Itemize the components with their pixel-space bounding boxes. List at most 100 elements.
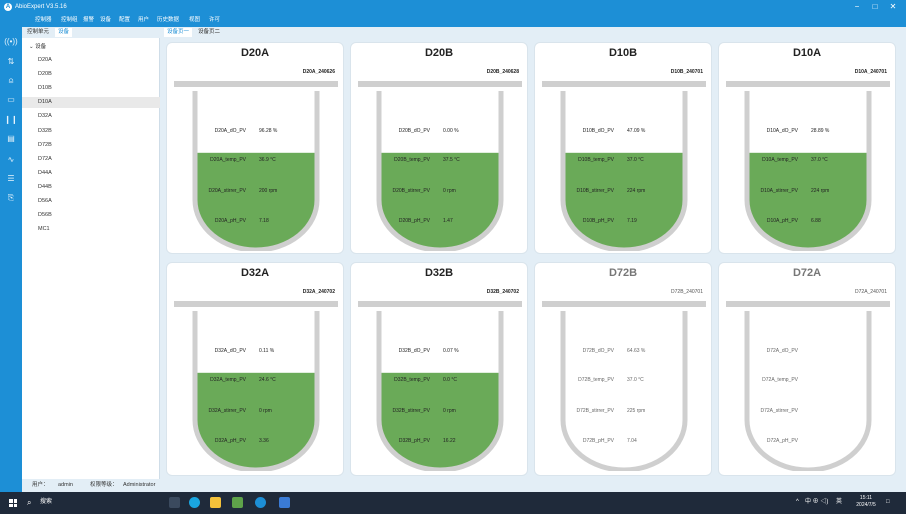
device-title: D20A	[240, 47, 270, 59]
tree-item-d44b[interactable]: D44B	[22, 182, 160, 193]
ime-indicator[interactable]: 英	[836, 497, 842, 508]
vessel-diagram	[174, 301, 338, 471]
vessel-wall	[560, 311, 688, 471]
device-card-d32a[interactable]: D32A D32A_240702 D32A_dO_PV 0.11 % D32A_temp…	[166, 262, 344, 476]
reading-label: D10A_temp_PV	[762, 157, 798, 163]
system-app-icon[interactable]	[232, 497, 243, 508]
document-app-icon[interactable]	[279, 497, 290, 508]
device-title: D10A	[792, 47, 822, 59]
vessel-lid	[726, 301, 890, 307]
tree-item-d72b[interactable]: D72B	[22, 140, 160, 151]
reading-label: D20A_dO_PV	[214, 128, 246, 134]
device-card-d20a[interactable]: D20A D20A_240626 D20A_dO_PV 96.28 % D20A_tem…	[166, 42, 344, 254]
alarm-icon[interactable]: ⍝	[4, 74, 18, 88]
tab-control-unit[interactable]: 控制单元	[24, 28, 52, 37]
window-title: AbioExpert V3.5.16	[15, 4, 67, 10]
tree-item-d20a[interactable]: D20A	[22, 55, 160, 66]
chart-icon[interactable]: ∿	[4, 153, 18, 167]
reading-value: 0 rpm	[259, 408, 272, 414]
tree-root-devices[interactable]: ⌄ 设备	[29, 43, 46, 52]
device-title: D10B	[608, 47, 638, 59]
device-card-d72b[interactable]: D72B D72B_240701 D72B_dO_PV 64.63 % D72B_tem…	[534, 262, 712, 476]
tray-icons[interactable]: 中 ⊕ ◁)	[805, 497, 828, 508]
menu-view[interactable]: 视图	[189, 16, 200, 25]
windows-start-icon[interactable]	[9, 499, 17, 507]
notification-icon[interactable]: □	[886, 497, 890, 508]
taskbar-clock[interactable]: 15:11 2024/7/5	[851, 495, 881, 509]
tree-item-d10a[interactable]: D10A	[22, 97, 160, 109]
menu-control-group[interactable]: 控制组	[61, 16, 78, 25]
device-card-d32b[interactable]: D32B D32B_240702 D32B_dO_PV 0.07 % D32B_temp…	[350, 262, 528, 476]
menu-alarm[interactable]: 报警	[83, 16, 94, 25]
reading-label: D32A_dO_PV	[214, 348, 246, 354]
reading-value: 3.36	[259, 438, 269, 444]
reading-label: D32B_dO_PV	[398, 348, 430, 354]
tab-devices[interactable]: 设备	[55, 28, 73, 37]
database-icon[interactable]: ▤	[4, 132, 18, 146]
reading-label: D72B_pH_PV	[582, 438, 614, 444]
close-button[interactable]: ✕	[886, 1, 900, 13]
tray-overflow-icon[interactable]: ^	[796, 497, 799, 508]
abioexpert-taskbar-icon[interactable]	[255, 497, 266, 508]
list-icon[interactable]: ☰	[4, 172, 18, 186]
device-card-d20b[interactable]: D20B D20B_240628 D20B_dO_PV 0.00 % D20B_temp…	[350, 42, 528, 254]
tree-item-d56b[interactable]: D56B	[22, 210, 160, 221]
tree-icon[interactable]: ⇅	[4, 55, 18, 69]
tree-item-d32b[interactable]: D32B	[22, 126, 160, 137]
reading-value: 224 rpm	[627, 188, 646, 194]
tab-device-page-2[interactable]: 设备页二	[195, 28, 223, 37]
role-label: 权限等级：	[90, 482, 118, 488]
menu-device[interactable]: 设备	[100, 16, 111, 25]
edge-browser-icon[interactable]	[189, 497, 200, 508]
menu-license[interactable]: 许可	[209, 16, 220, 25]
tree-item-mc1[interactable]: MC1	[22, 224, 160, 235]
batch-code: D20B_240628	[486, 69, 519, 75]
reading-label: D72A_pH_PV	[766, 438, 798, 444]
tab-device-page-1[interactable]: 设备页一	[164, 28, 193, 37]
export-icon[interactable]: ⎘	[4, 191, 18, 205]
tree-item-d10b[interactable]: D10B	[22, 83, 160, 94]
tree-item-d72a[interactable]: D72A	[22, 154, 160, 165]
reading-value: 37.0 °C	[627, 157, 644, 163]
device-title: D32A	[240, 267, 270, 279]
reading-value: 96.28 %	[259, 128, 278, 134]
device-card-d72a[interactable]: D72A D72A_240701 D72A_dO_PV D72A_temp_PV D72…	[718, 262, 896, 476]
reading-label: D10A_stirrer_PV	[760, 188, 798, 194]
menu-config[interactable]: 配置	[119, 16, 130, 25]
reading-value: 0.11 %	[259, 348, 275, 354]
menu-user[interactable]: 用户	[138, 16, 149, 25]
reading-value: 0.0 °C	[443, 377, 457, 383]
vessel-lid	[726, 81, 890, 87]
vessel-diagram	[542, 301, 706, 471]
device-icon[interactable]: ▭	[4, 93, 18, 107]
minimize-button[interactable]: −	[850, 1, 864, 13]
device-card-d10b[interactable]: D10B D10B_240701 D10B_dO_PV 47.09 % D10B_tem…	[534, 42, 712, 254]
reading-value: 0 rpm	[443, 408, 456, 414]
menu-controller[interactable]: 控制器	[35, 16, 52, 25]
reading-value: 37.5 °C	[443, 157, 460, 163]
task-view-icon[interactable]	[169, 497, 180, 508]
vessel-lid	[542, 81, 706, 87]
taskbar-search[interactable]: 搜索	[40, 497, 52, 508]
status-bar: 用户： admin 权限等级： Administrator	[22, 479, 906, 492]
maximize-button[interactable]: □	[868, 1, 882, 13]
reading-label: D20A_stirrer_PV	[208, 188, 246, 194]
tree-item-d56a[interactable]: D56A	[22, 196, 160, 207]
file-explorer-icon[interactable]	[210, 497, 221, 508]
tree-item-d32a[interactable]: D32A	[22, 111, 160, 122]
reading-value: 37.0 °C	[627, 377, 644, 383]
reading-label: D72B_stirrer_PV	[576, 408, 614, 414]
vessel-lid	[174, 301, 338, 307]
vessel-lid	[542, 301, 706, 307]
signal-icon[interactable]: ((•))	[4, 35, 18, 49]
tree-item-d44a[interactable]: D44A	[22, 168, 160, 179]
menu-history[interactable]: 历史数据	[157, 16, 179, 25]
search-icon[interactable]: ⌕	[27, 497, 31, 508]
device-page-tabs: 设备页一 设备页二	[162, 27, 906, 38]
menu-bar: 控制器 控制组 报警 设备 配置 用户 历史数据 视图 许可	[0, 14, 906, 27]
pause-icon[interactable]: ❙❙	[4, 113, 18, 127]
device-card-d10a[interactable]: D10A D10A_240701 D10A_dO_PV 28.89 % D10A_tem…	[718, 42, 896, 254]
reading-value: 200 rpm	[259, 188, 278, 194]
reading-label: D10B_temp_PV	[578, 157, 614, 163]
tree-item-d20b[interactable]: D20B	[22, 69, 160, 80]
